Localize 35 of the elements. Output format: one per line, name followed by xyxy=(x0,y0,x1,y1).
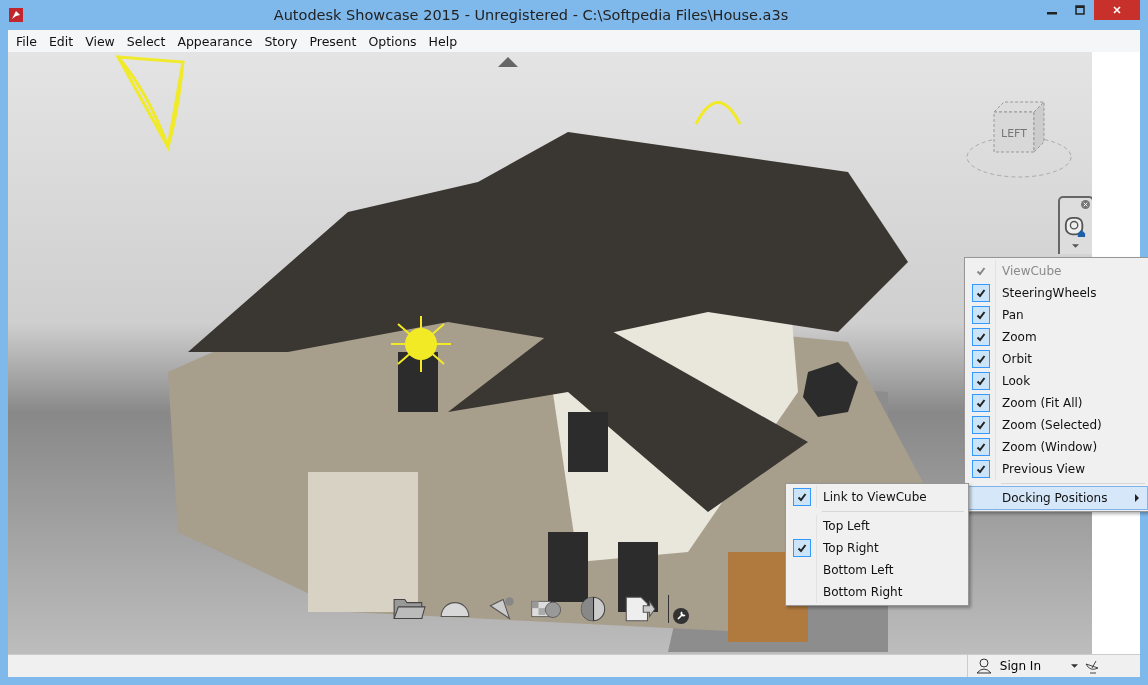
menu-item[interactable]: Select xyxy=(120,33,172,49)
menu-item[interactable]: Present xyxy=(303,33,363,49)
menu-item[interactable]: Options xyxy=(362,33,423,49)
collapse-arrow-icon[interactable] xyxy=(498,57,518,67)
steering-wheel-icon[interactable] xyxy=(1064,216,1086,238)
house-window xyxy=(568,412,608,472)
close-icon[interactable] xyxy=(1081,200,1090,209)
submenu-arrow-icon xyxy=(1135,494,1139,502)
menu-item[interactable]: View xyxy=(79,33,121,49)
house-window xyxy=(548,532,588,602)
menu-item[interactable]: Story xyxy=(258,33,304,49)
maximize-icon xyxy=(1075,5,1085,15)
menu-item[interactable]: Help xyxy=(422,33,464,49)
menu-item[interactable]: Appearance xyxy=(171,33,259,49)
menu-item[interactable]: Bottom Right xyxy=(788,581,966,603)
minimize-icon xyxy=(1047,12,1057,15)
cube-face-label: LEFT xyxy=(1001,127,1027,140)
menu-item[interactable]: Bottom Left xyxy=(788,559,966,581)
dropdown-arrow-icon[interactable] xyxy=(1072,244,1079,248)
submenu-item[interactable]: Docking Positions xyxy=(967,487,1147,509)
sign-in-button[interactable]: Sign In xyxy=(966,655,1065,677)
satellite-dish-icon[interactable] xyxy=(1084,658,1100,674)
menu-item[interactable]: Edit xyxy=(42,33,80,49)
user-icon xyxy=(975,658,992,674)
dropdown-arrow-icon[interactable] xyxy=(1071,664,1078,668)
menu-item[interactable]: File xyxy=(10,33,43,49)
close-icon xyxy=(1112,5,1122,15)
menu-item[interactable]: Top Right xyxy=(788,537,966,559)
house-window xyxy=(398,352,438,412)
window-title: Autodesk Showcase 2015 - Unregistered - C:\Softpedia Files\House.a3s xyxy=(272,7,790,23)
wrench-icon[interactable] xyxy=(673,608,689,624)
app-icon xyxy=(8,7,24,23)
menu-item[interactable]: Top Left xyxy=(788,515,966,537)
round-window xyxy=(803,362,858,417)
menu-item[interactable]: Link to ViewCube xyxy=(788,486,966,508)
